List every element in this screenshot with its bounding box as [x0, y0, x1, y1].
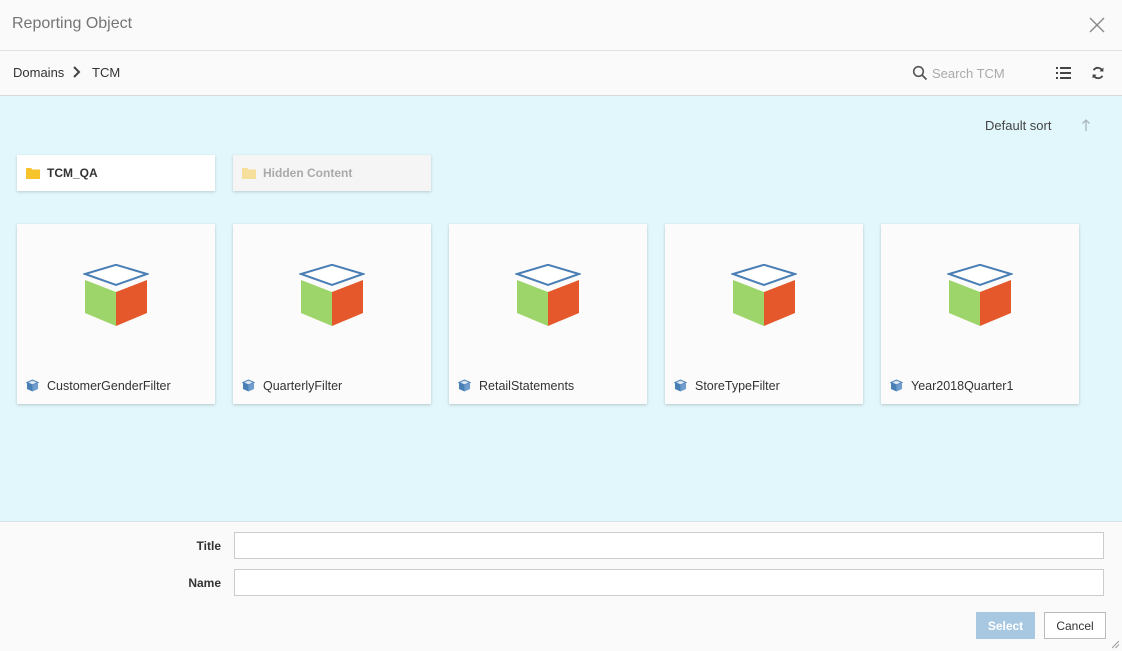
name-field[interactable]	[234, 569, 1104, 596]
folder-icon	[242, 168, 256, 179]
cancel-button[interactable]: Cancel	[1044, 612, 1106, 639]
sort-selector[interactable]: Default sort	[985, 118, 1051, 133]
cube-icon	[731, 264, 797, 326]
toolbar: Domains TCM	[0, 51, 1122, 96]
folder-name: Hidden Content	[263, 166, 353, 180]
resize-handle-icon[interactable]	[1111, 640, 1120, 649]
search-icon	[912, 65, 928, 81]
name-label: Name	[188, 576, 221, 590]
small-cube-icon	[890, 379, 903, 392]
object-tile[interactable]: CustomerGenderFilter	[17, 224, 215, 404]
object-tile[interactable]: QuarterlyFilter	[233, 224, 431, 404]
small-cube-icon	[242, 379, 255, 392]
sort-ascending-icon[interactable]	[1081, 118, 1091, 132]
breadcrumb-domains[interactable]: Domains	[13, 65, 64, 80]
select-button[interactable]: Select	[976, 612, 1035, 639]
small-cube-icon	[26, 379, 39, 392]
object-tile[interactable]: Year2018Quarter1	[881, 224, 1079, 404]
reporting-object-dialog: Reporting Object Domains TCM Default sor	[0, 0, 1122, 651]
object-name: CustomerGenderFilter	[47, 379, 171, 393]
folder-tile-hidden[interactable]: Hidden Content	[233, 155, 431, 191]
dialog-header: Reporting Object	[0, 0, 1122, 51]
folder-icon	[26, 168, 40, 179]
small-cube-icon	[458, 379, 471, 392]
object-tile[interactable]: RetailStatements	[449, 224, 647, 404]
title-label: Title	[196, 539, 221, 553]
list-view-icon[interactable]	[1056, 66, 1071, 80]
object-name: StoreTypeFilter	[695, 379, 780, 393]
dialog-title: Reporting Object	[12, 15, 133, 32]
search-input[interactable]	[930, 62, 1044, 84]
object-name: RetailStatements	[479, 379, 575, 393]
folder-tile[interactable]: TCM_QA	[17, 155, 215, 191]
close-icon[interactable]	[1088, 16, 1106, 34]
title-field[interactable]	[234, 532, 1104, 559]
chevron-right-icon	[73, 66, 81, 78]
object-name: QuarterlyFilter	[263, 379, 343, 393]
cube-icon	[947, 264, 1013, 326]
cube-icon	[299, 264, 365, 326]
cube-icon	[83, 264, 149, 326]
folder-name: TCM_QA	[47, 166, 98, 180]
content-area: Default sort TCM_QA Hidden Content Custo…	[0, 96, 1122, 522]
small-cube-icon	[674, 379, 687, 392]
object-name: Year2018Quarter1	[911, 379, 1014, 393]
object-tile[interactable]: StoreTypeFilter	[665, 224, 863, 404]
breadcrumb-tcm: TCM	[92, 65, 121, 80]
refresh-icon[interactable]	[1091, 66, 1105, 80]
cube-icon	[515, 264, 581, 326]
